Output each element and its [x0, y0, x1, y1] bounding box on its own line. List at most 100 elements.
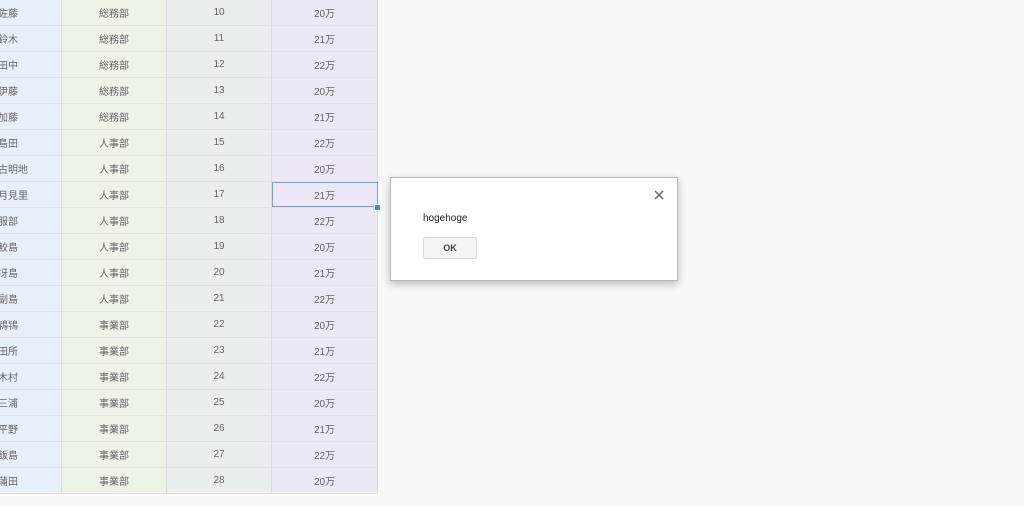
- cell-name[interactable]: 伊藤: [0, 78, 62, 103]
- cell-name[interactable]: 平野: [0, 416, 62, 441]
- table-row: 副島 人事部 21 22万: [0, 286, 378, 312]
- cell-number[interactable]: 14: [167, 104, 272, 129]
- cell-salary[interactable]: 20万: [272, 0, 378, 25]
- cell-name[interactable]: 副島: [0, 286, 62, 311]
- cell-name[interactable]: 服部: [0, 208, 62, 233]
- cell-salary[interactable]: 22万: [272, 52, 378, 77]
- cell-department[interactable]: 人事部: [62, 156, 167, 181]
- cell-salary[interactable]: 22万: [272, 130, 378, 155]
- cell-name[interactable]: 月見里: [0, 182, 62, 207]
- table-row: 古明地 人事部 16 20万: [0, 156, 378, 182]
- cell-name[interactable]: 鈴木: [0, 26, 62, 51]
- cell-number[interactable]: 23: [167, 338, 272, 363]
- cell-number[interactable]: 20: [167, 260, 272, 285]
- table-row: 木村 事業部 24 22万: [0, 364, 378, 390]
- cell-department[interactable]: 総務部: [62, 26, 167, 51]
- cell-name[interactable]: 田所: [0, 338, 62, 363]
- cell-department[interactable]: 事業部: [62, 468, 167, 493]
- cell-department[interactable]: 総務部: [62, 78, 167, 103]
- cell-number[interactable]: 16: [167, 156, 272, 181]
- cell-department[interactable]: 人事部: [62, 286, 167, 311]
- cell-salary[interactable]: 20万: [272, 468, 378, 493]
- cell-name[interactable]: 冴島: [0, 260, 62, 285]
- cell-salary[interactable]: 21万: [272, 260, 378, 285]
- table-row: 平野 事業部 26 21万: [0, 416, 378, 442]
- cell-salary[interactable]: 21万: [272, 104, 378, 129]
- table-row: 月見里 人事部 17 21万: [0, 182, 378, 208]
- cell-name[interactable]: 鴇鴇: [0, 312, 62, 337]
- close-icon[interactable]: [651, 187, 667, 203]
- dialog-message: hogehoge: [423, 213, 468, 224]
- cell-salary[interactable]: 20万: [272, 390, 378, 415]
- cell-salary[interactable]: 22万: [272, 364, 378, 389]
- table-row: 田所 事業部 23 21万: [0, 338, 378, 364]
- cell-salary[interactable]: 22万: [272, 442, 378, 467]
- cell-department[interactable]: 事業部: [62, 338, 167, 363]
- cell-number[interactable]: 21: [167, 286, 272, 311]
- ok-button[interactable]: OK: [423, 237, 477, 259]
- cell-name[interactable]: 木村: [0, 364, 62, 389]
- cell-department[interactable]: 事業部: [62, 312, 167, 337]
- table-row: 鈴木 総務部 11 21万: [0, 26, 378, 52]
- table-row: 三浦 事業部 25 20万: [0, 390, 378, 416]
- cell-number[interactable]: 25: [167, 390, 272, 415]
- cell-salary[interactable]: 22万: [272, 286, 378, 311]
- cell-department[interactable]: 人事部: [62, 130, 167, 155]
- table-row: 冴島 人事部 20 21万: [0, 260, 378, 286]
- cell-number[interactable]: 18: [167, 208, 272, 233]
- cell-department[interactable]: 人事部: [62, 182, 167, 207]
- cell-number[interactable]: 22: [167, 312, 272, 337]
- cell-number[interactable]: 19: [167, 234, 272, 259]
- cell-department[interactable]: 総務部: [62, 104, 167, 129]
- cell-number[interactable]: 13: [167, 78, 272, 103]
- cell-salary[interactable]: 21万: [272, 26, 378, 51]
- cell-number[interactable]: 17: [167, 182, 272, 207]
- cell-salary[interactable]: 20万: [272, 234, 378, 259]
- table-row: 鴇鴇 事業部 22 20万: [0, 312, 378, 338]
- cell-department[interactable]: 事業部: [62, 442, 167, 467]
- cell-name[interactable]: 蒲田: [0, 468, 62, 493]
- cell-number[interactable]: 15: [167, 130, 272, 155]
- cell-number[interactable]: 27: [167, 442, 272, 467]
- cell-department[interactable]: 人事部: [62, 208, 167, 233]
- cell-number[interactable]: 28: [167, 468, 272, 493]
- table-row: 飯島 事業部 27 22万: [0, 442, 378, 468]
- cell-number[interactable]: 10: [167, 0, 272, 25]
- cell-department[interactable]: 事業部: [62, 416, 167, 441]
- table-row: 服部 人事部 18 22万: [0, 208, 378, 234]
- cell-salary[interactable]: 21万: [272, 338, 378, 363]
- table-row: 加藤 総務部 14 21万: [0, 104, 378, 130]
- table-row: 鮫島 人事部 19 20万: [0, 234, 378, 260]
- cell-department[interactable]: 総務部: [62, 52, 167, 77]
- cell-department[interactable]: 事業部: [62, 390, 167, 415]
- cell-department[interactable]: 総務部: [62, 0, 167, 25]
- cell-department[interactable]: 人事部: [62, 260, 167, 285]
- table-row: 島田 人事部 15 22万: [0, 130, 378, 156]
- cell-department[interactable]: 事業部: [62, 364, 167, 389]
- cell-name[interactable]: 三浦: [0, 390, 62, 415]
- cell-salary[interactable]: 20万: [272, 78, 378, 103]
- cell-number[interactable]: 24: [167, 364, 272, 389]
- cell-name[interactable]: 加藤: [0, 104, 62, 129]
- cell-name[interactable]: 島田: [0, 130, 62, 155]
- page: 佐藤 総務部 10 20万 鈴木 総務部 11 21万 田中 総務部 12 22万 伊藤 総務部 13 20万…: [0, 0, 1024, 506]
- table-row: 蒲田 事業部 28 20万: [0, 468, 378, 494]
- cell-name[interactable]: 鮫島: [0, 234, 62, 259]
- table-row: 伊藤 総務部 13 20万: [0, 78, 378, 104]
- cell-salary[interactable]: 22万: [272, 208, 378, 233]
- cell-number[interactable]: 11: [167, 26, 272, 51]
- cell-name[interactable]: 佐藤: [0, 0, 62, 25]
- cell-name[interactable]: 飯島: [0, 442, 62, 467]
- cell-name[interactable]: 田中: [0, 52, 62, 77]
- cell-number[interactable]: 26: [167, 416, 272, 441]
- cell-salary[interactable]: 20万: [272, 156, 378, 181]
- grid-bottom-strip: [0, 496, 378, 506]
- cell-name[interactable]: 古明地: [0, 156, 62, 181]
- cell-number[interactable]: 12: [167, 52, 272, 77]
- cell-salary[interactable]: 21万: [272, 416, 378, 441]
- cell-salary[interactable]: 20万: [272, 312, 378, 337]
- table-row: 佐藤 総務部 10 20万: [0, 0, 378, 26]
- selection-fill-handle[interactable]: [374, 204, 381, 211]
- cell-salary[interactable]: 21万: [272, 182, 378, 207]
- cell-department[interactable]: 人事部: [62, 234, 167, 259]
